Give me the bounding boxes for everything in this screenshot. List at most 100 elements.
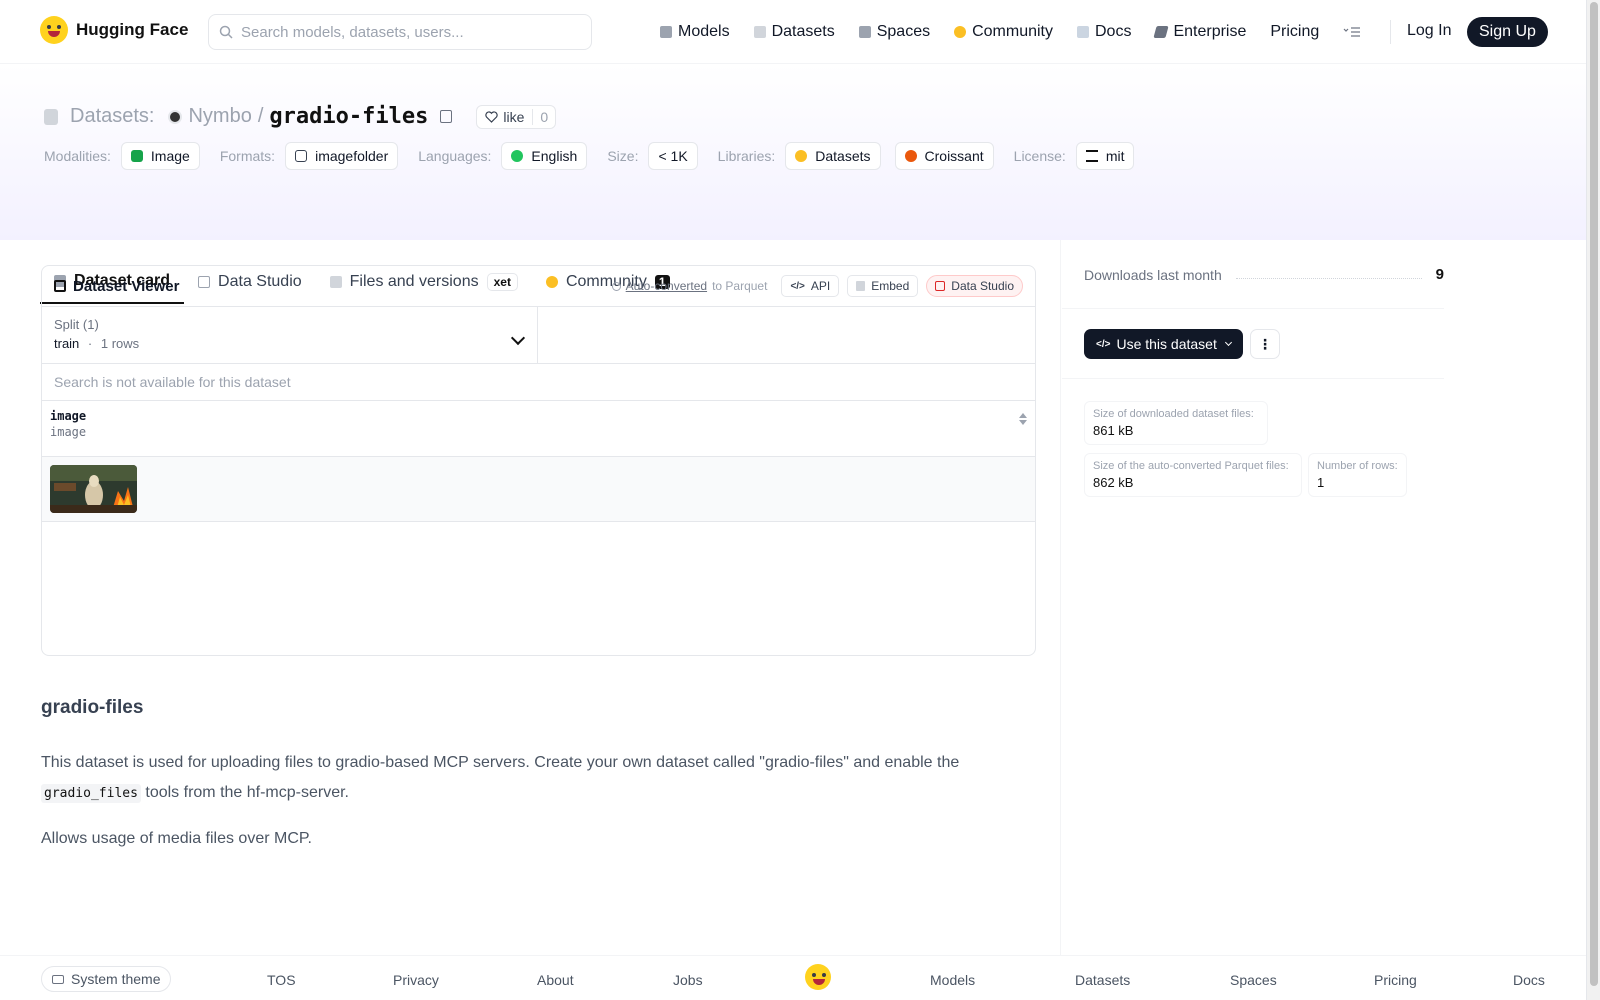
api-button[interactable]: </> API — [781, 275, 840, 297]
stat-value: 861 kB — [1093, 423, 1134, 438]
sidebar-divider-2 — [1062, 378, 1444, 379]
stat-value: 862 kB — [1093, 475, 1134, 490]
data-studio-label: Data Studio — [951, 279, 1014, 293]
dataset-tags: Modalities: Image Formats: imagefolder L… — [44, 142, 1146, 170]
stat-parquet-size: Size of the auto-converted Parquet files… — [1084, 453, 1302, 497]
column-header-image[interactable]: image image — [42, 401, 1035, 457]
nav-pricing-label: Pricing — [1270, 23, 1320, 40]
nav-community[interactable]: Community — [954, 18, 1053, 46]
nav-datasets[interactable]: Datasets — [753, 18, 835, 46]
viewer-actions: Auto-converted to Parquet </> API Embed Da… — [611, 275, 1023, 297]
copy-icon[interactable] — [440, 110, 453, 123]
globe-icon — [511, 150, 524, 162]
breadcrumb-separator: / — [257, 105, 264, 127]
sort-icon[interactable] — [1019, 413, 1027, 425]
license-label: License: — [1013, 148, 1066, 164]
nav-docs[interactable]: Docs — [1077, 18, 1131, 46]
languages-label: Languages: — [418, 148, 492, 164]
footer-link-docs[interactable]: Docs — [1513, 972, 1545, 988]
brand-name: Hugging Face — [76, 20, 189, 39]
card-paragraph-2: Allows usage of media files over MCP. — [41, 830, 312, 847]
api-label: API — [810, 279, 831, 293]
hugging-face-logo-icon[interactable] — [805, 964, 831, 990]
top-navigation: Hugging Face Search models, datasets, us… — [0, 0, 1586, 64]
brand-logo[interactable]: Hugging Face — [40, 16, 188, 44]
tag-datasets[interactable]: Datasets — [785, 142, 881, 170]
owner-link[interactable]: Nymbo — [188, 105, 251, 128]
dataset-header: Datasets: Nymbo / gradio-files like 0 Mo… — [0, 64, 1586, 304]
tag-license[interactable]: mit — [1075, 142, 1135, 170]
chevron-down-icon — [1224, 338, 1232, 347]
nav-spaces[interactable]: Spaces — [858, 18, 930, 46]
nav-docs-label: Docs — [1095, 23, 1132, 40]
table-row[interactable] — [42, 457, 1035, 522]
login-link[interactable]: Log In — [1407, 22, 1451, 40]
tag-image[interactable]: Image — [120, 142, 200, 170]
more-menu-button[interactable] — [1343, 18, 1361, 46]
card-paragraph-1: This dataset is used for uploading files… — [41, 748, 1021, 809]
footer-link-tos[interactable]: TOS — [267, 972, 296, 988]
section-label: Datasets: — [70, 105, 155, 127]
database-icon — [753, 26, 766, 38]
use-dataset-button[interactable]: </> Use this dataset — [1084, 329, 1243, 359]
code-icon: </> — [790, 280, 805, 292]
split-name: train — [54, 336, 80, 351]
more-options-button[interactable]: ⋮ — [1250, 329, 1280, 359]
cube-icon — [660, 26, 672, 38]
nav-pricing[interactable]: Pricing — [1270, 18, 1319, 46]
folder-icon — [295, 150, 308, 162]
dataset-name-link[interactable]: gradio-files — [269, 104, 428, 129]
page-scrollbar[interactable] — [1586, 0, 1600, 1000]
like-button[interactable]: like 0 — [476, 104, 557, 129]
stat-label: Number of rows: — [1317, 460, 1398, 472]
embed-button[interactable]: Embed — [847, 275, 919, 297]
nav-enterprise[interactable]: Enterprise — [1153, 18, 1246, 46]
database-icon — [44, 108, 58, 125]
column-name: image — [50, 409, 87, 423]
footer-link-about[interactable]: About — [537, 972, 574, 988]
tag-imagefolder-label: imagefolder — [315, 148, 389, 164]
auto-converted-note: Auto-converted to Parquet — [611, 279, 768, 293]
signup-button[interactable]: Sign Up — [1467, 17, 1548, 47]
footer-link-models[interactable]: Models — [930, 972, 975, 988]
nav-models-label: Models — [678, 23, 730, 40]
split-rows: 1 rows — [100, 336, 140, 351]
footer-link-pricing[interactable]: Pricing — [1374, 972, 1417, 988]
footer-link-privacy[interactable]: Privacy — [393, 972, 439, 988]
dotted-leader — [1235, 271, 1422, 279]
dataset-title: Datasets: Nymbo / gradio-files like 0 — [44, 104, 557, 129]
split-row: Split (1) train · 1 rows — [42, 307, 1035, 364]
nav-divider — [1390, 20, 1391, 44]
table-icon — [54, 280, 66, 292]
viewer-title: Dataset Viewer — [54, 278, 179, 295]
image-thumbnail[interactable] — [50, 465, 137, 513]
scrollbar-thumb[interactable] — [1590, 2, 1598, 986]
formats-label: Formats: — [219, 148, 276, 164]
split-select[interactable]: Split (1) train · 1 rows — [42, 307, 538, 363]
column-divider — [1060, 240, 1061, 956]
search-input[interactable]: Search models, datasets, users... — [208, 14, 592, 50]
owner-avatar — [168, 109, 183, 124]
stat-rows: Number of rows: 1 — [1308, 453, 1407, 497]
nav-models[interactable]: Models — [660, 18, 730, 46]
kebab-icon: ⋮ — [1258, 335, 1272, 352]
footer-link-spaces[interactable]: Spaces — [1230, 972, 1277, 988]
table-icon — [935, 281, 946, 291]
tag-imagefolder[interactable]: imagefolder — [285, 142, 399, 170]
split-value: train · 1 rows — [54, 336, 525, 351]
inline-code: gradio_files — [41, 784, 141, 803]
to-parquet-text: to Parquet — [712, 279, 768, 293]
auto-converted-link[interactable]: Auto-converted — [626, 279, 707, 293]
theme-toggle-button[interactable]: System theme — [41, 966, 172, 992]
tag-size[interactable]: < 1K — [648, 142, 698, 170]
dataset-viewer: Dataset Viewer Auto-converted to Parquet … — [41, 265, 1036, 656]
like-count: 0 — [532, 108, 555, 125]
footer-link-datasets[interactable]: Datasets — [1075, 972, 1130, 988]
tag-english[interactable]: English — [501, 142, 588, 170]
tag-croissant[interactable]: Croissant — [894, 142, 994, 170]
stat-value: 1 — [1317, 475, 1325, 490]
viewer-header: Dataset Viewer Auto-converted to Parquet … — [42, 266, 1035, 307]
data-studio-button[interactable]: Data Studio — [926, 275, 1023, 297]
footer-link-jobs[interactable]: Jobs — [673, 972, 703, 988]
tag-english-label: English — [531, 148, 578, 164]
